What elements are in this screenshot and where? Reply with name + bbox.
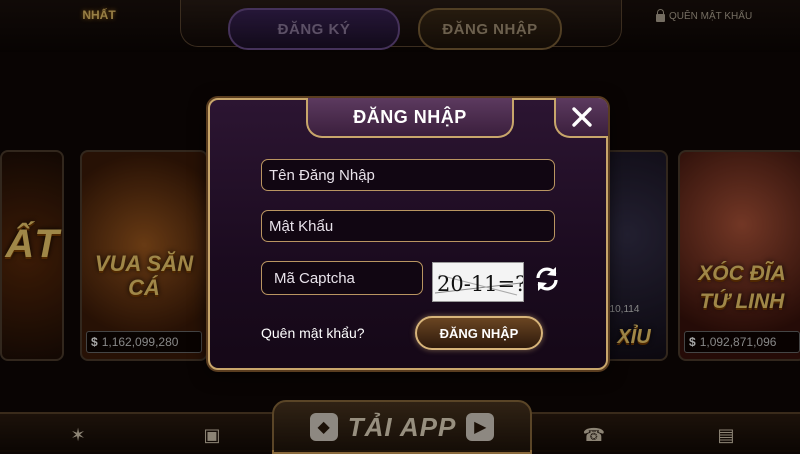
forgot-password-link[interactable]: Quên mật khẩu?: [261, 325, 365, 341]
login-submit-button[interactable]: ĐĂNG NHẬP: [415, 316, 543, 350]
password-input[interactable]: [261, 210, 555, 242]
username-input[interactable]: [261, 159, 555, 191]
refresh-icon: [536, 267, 558, 291]
close-icon: [572, 107, 592, 127]
captcha-image: 20-11=?: [432, 262, 526, 302]
login-dialog: ĐĂNG NHẬP 20-11=? Quên mật khẩu? ĐĂNG NH…: [208, 98, 608, 370]
captcha-text: 20-11=?: [437, 272, 523, 296]
captcha-input[interactable]: [261, 261, 423, 295]
close-button[interactable]: [554, 98, 608, 138]
dialog-title: ĐĂNG NHẬP: [353, 106, 467, 127]
dialog-header: ĐĂNG NHẬP: [306, 98, 514, 138]
refresh-captcha-button[interactable]: [532, 264, 562, 294]
